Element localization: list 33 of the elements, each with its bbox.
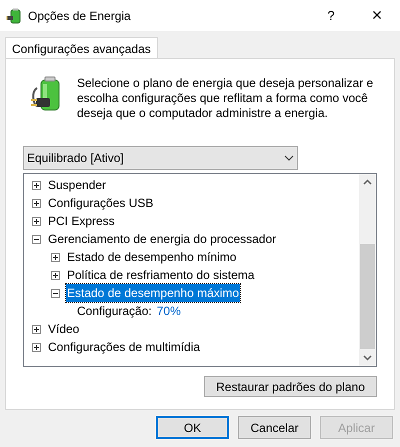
plan-dropdown[interactable]: Equilibrado [Ativo] xyxy=(23,146,298,170)
setting-label: Configuração: xyxy=(77,303,152,320)
tree-item[interactable]: Estado de desempenho máximo xyxy=(66,284,240,302)
collapse-icon[interactable] xyxy=(32,234,41,244)
chevron-down-icon xyxy=(284,155,294,161)
help-button[interactable]: ? xyxy=(308,0,354,31)
tree-item[interactable]: Configurações de multimídia xyxy=(47,338,202,356)
tree-item[interactable]: Gerenciamento de energia do processador xyxy=(47,230,278,248)
collapse-icon[interactable] xyxy=(51,288,60,298)
expand-icon[interactable] xyxy=(32,198,41,208)
setting-value[interactable]: 70% xyxy=(156,302,181,320)
tree-item[interactable]: Configurações USB xyxy=(47,194,154,212)
tree-item[interactable]: Vídeo xyxy=(47,320,80,338)
tree-item[interactable]: Política de resfriamento do sistema xyxy=(66,266,256,284)
expand-icon[interactable] xyxy=(32,342,41,352)
expand-icon[interactable] xyxy=(32,324,41,334)
close-button[interactable]: × xyxy=(354,0,400,31)
dialog-button[interactable]: Cancelar xyxy=(238,416,311,439)
expand-icon[interactable] xyxy=(51,252,60,262)
window-title: Opções de Energia xyxy=(28,8,131,24)
description: Selecione o plano de energia que deseja personalizar e escolha configurações que reflitam a forma como você deseja que o computador administre a energia. xyxy=(77,76,374,121)
expand-icon[interactable] xyxy=(51,270,60,280)
tree-item[interactable]: PCI Express xyxy=(47,212,116,230)
scrollbar[interactable] xyxy=(359,174,376,366)
battery-plug-icon xyxy=(6,8,22,24)
expand-icon[interactable] xyxy=(32,216,41,226)
tree-item[interactable]: Suspender xyxy=(47,176,108,194)
tab[interactable]: Configurações avançadas xyxy=(5,37,158,59)
tree-item[interactable]: Estado de desempenho mínimo xyxy=(66,248,238,266)
expand-icon[interactable] xyxy=(32,180,41,190)
dialog-button[interactable]: OK xyxy=(156,416,229,439)
scrollbar-thumb[interactable] xyxy=(360,244,375,349)
restore-defaults-button[interactable]: Restaurar padrões do plano xyxy=(204,376,377,397)
